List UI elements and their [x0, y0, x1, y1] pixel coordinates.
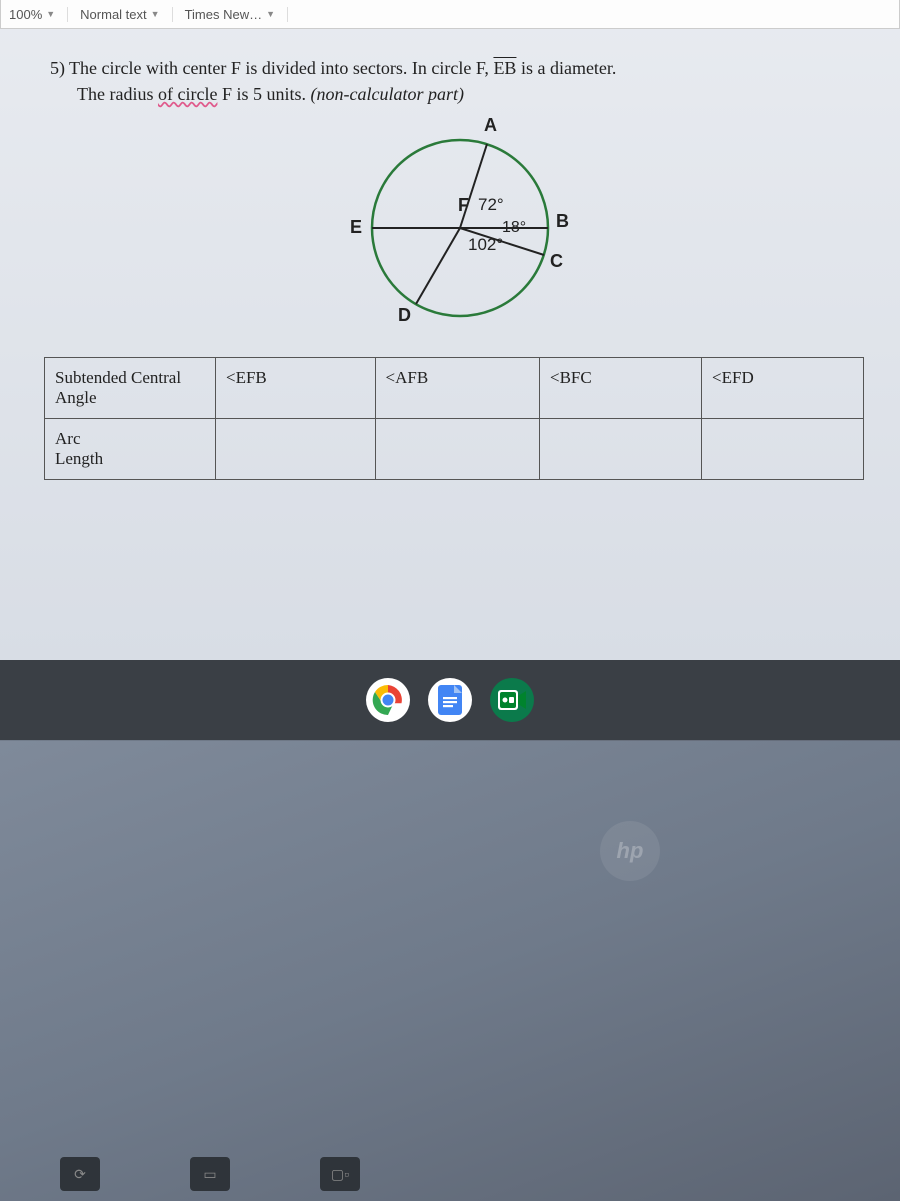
- meet-icon[interactable]: [490, 678, 534, 722]
- paragraph-style-dropdown[interactable]: Normal text ▼: [80, 7, 172, 22]
- angle-72: 72°: [478, 195, 504, 215]
- font-dropdown[interactable]: Times New… ▼: [185, 7, 288, 22]
- circle-figure: A B C D E F 72° 18° 102°: [310, 113, 610, 333]
- segment-eb: EB: [493, 58, 516, 78]
- cell-empty: [216, 419, 376, 480]
- key: ▭: [190, 1157, 230, 1191]
- docs-icon[interactable]: [428, 678, 472, 722]
- angle-18: 18°: [502, 219, 526, 237]
- table-row: Arc Length: [45, 419, 864, 480]
- hp-logo: hp: [600, 821, 660, 881]
- chevron-down-icon: ▼: [46, 9, 55, 19]
- q-line2-err: of circle: [158, 84, 217, 104]
- zoom-value: 100%: [9, 7, 42, 22]
- label-f: F: [458, 195, 469, 216]
- angle-102: 102°: [468, 235, 503, 255]
- label-a: A: [484, 115, 497, 136]
- col-efd: <EFD: [702, 358, 864, 419]
- chevron-down-icon: ▼: [151, 9, 160, 19]
- cell-empty: [375, 419, 539, 480]
- table-row: Subtended Central Angle <EFB <AFB <BFC <…: [45, 358, 864, 419]
- font-value: Times New…: [185, 7, 263, 22]
- angle-table: Subtended Central Angle <EFB <AFB <BFC <…: [44, 357, 864, 480]
- question-number: 5): [50, 58, 65, 78]
- cell-empty: [539, 419, 701, 480]
- q-line2-b: F is 5 units.: [217, 84, 310, 104]
- laptop-body: hp ⟳ ▭ ▢▫: [0, 740, 900, 1201]
- row-header-2: Arc Length: [45, 419, 216, 480]
- label-c: C: [550, 251, 563, 272]
- document-body: 5)The circle with center F is divided in…: [0, 29, 900, 500]
- label-b: B: [556, 211, 569, 232]
- style-value: Normal text: [80, 7, 146, 22]
- col-bfc: <BFC: [539, 358, 701, 419]
- key: ▢▫: [320, 1157, 360, 1191]
- chevron-down-icon: ▼: [266, 9, 275, 19]
- zoom-dropdown[interactable]: 100% ▼: [9, 7, 68, 22]
- q-line1-b: is a diameter.: [516, 58, 616, 78]
- keyboard-row: ⟳ ▭ ▢▫: [60, 1157, 360, 1191]
- col-efb: <EFB: [216, 358, 376, 419]
- label-e: E: [350, 217, 362, 238]
- cell-empty: [702, 419, 864, 480]
- chromeos-shelf: [0, 660, 900, 740]
- screen-area: 100% ▼ Normal text ▼ Times New… ▼ 5)The …: [0, 0, 900, 663]
- col-afb: <AFB: [375, 358, 539, 419]
- key: ⟳: [60, 1157, 100, 1191]
- q-line2-paren: (non-calculator part): [310, 84, 463, 104]
- question-text: 5)The circle with center F is divided in…: [50, 55, 870, 107]
- chrome-icon[interactable]: [366, 678, 410, 722]
- row-header-1: Subtended Central Angle: [45, 358, 216, 419]
- q-line1-a: The circle with center F is divided into…: [69, 58, 493, 78]
- editor-toolbar: 100% ▼ Normal text ▼ Times New… ▼: [0, 0, 900, 29]
- q-line2-a: The radius: [77, 84, 158, 104]
- label-d: D: [398, 305, 411, 326]
